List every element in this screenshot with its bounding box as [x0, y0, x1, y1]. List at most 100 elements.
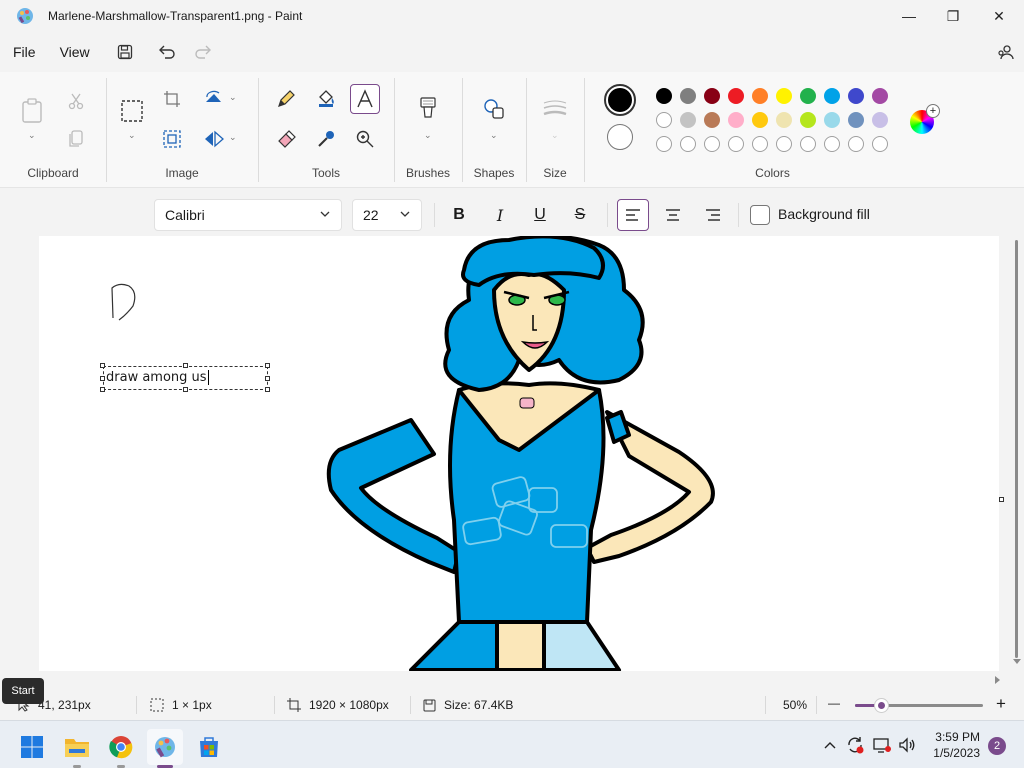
color-swatch[interactable] — [728, 112, 744, 128]
primary-color-button[interactable] — [604, 84, 636, 116]
volume-button[interactable] — [897, 735, 917, 755]
color-swatch[interactable] — [824, 88, 840, 104]
zoom-level[interactable]: 50% — [783, 698, 807, 712]
color-picker-button[interactable] — [311, 124, 341, 154]
color-swatch[interactable] — [656, 136, 672, 152]
zoom-slider[interactable] — [855, 699, 983, 712]
align-right-button[interactable] — [697, 199, 729, 231]
resize-handle[interactable] — [100, 387, 105, 392]
network-button[interactable] — [872, 735, 892, 755]
resize-handle[interactable] — [100, 376, 105, 381]
bold-button[interactable]: B — [443, 199, 475, 231]
notification-badge[interactable]: 2 — [988, 737, 1006, 755]
redo-button[interactable] — [188, 38, 218, 66]
color-swatch[interactable] — [872, 88, 888, 104]
sync-status-button[interactable] — [845, 735, 865, 755]
select-button[interactable] — [117, 96, 147, 126]
color-swatch[interactable] — [752, 88, 768, 104]
scroll-right-icon[interactable] — [994, 675, 1002, 685]
secondary-color-button[interactable] — [607, 124, 633, 150]
color-swatch[interactable] — [800, 112, 816, 128]
color-swatch[interactable] — [800, 88, 816, 104]
paint-taskbar-button[interactable] — [147, 729, 183, 768]
eraser-button[interactable] — [271, 124, 301, 154]
account-button[interactable] — [990, 38, 1020, 66]
rotate-button[interactable] — [199, 84, 229, 114]
resize-handle[interactable] — [100, 363, 105, 368]
color-swatch[interactable] — [656, 88, 672, 104]
color-swatch[interactable] — [704, 88, 720, 104]
color-swatch[interactable] — [824, 136, 840, 152]
strikethrough-button[interactable]: S — [564, 199, 596, 231]
clock[interactable]: 3:59 PM 1/5/2023 — [933, 729, 980, 761]
color-swatch[interactable] — [704, 136, 720, 152]
align-left-button[interactable] — [617, 199, 649, 231]
resize-handle[interactable] — [265, 387, 270, 392]
color-swatch[interactable] — [752, 112, 768, 128]
restore-button[interactable]: ❐ — [930, 0, 976, 32]
copy-button[interactable] — [61, 124, 91, 154]
color-swatch[interactable] — [680, 88, 696, 104]
start-button[interactable] — [14, 729, 50, 765]
resize-handle[interactable] — [265, 363, 270, 368]
menu-view[interactable]: View — [48, 38, 102, 66]
font-family-dropdown[interactable]: Calibri — [154, 199, 342, 231]
resize-handle[interactable] — [183, 387, 188, 392]
italic-button[interactable]: I — [484, 199, 516, 231]
paste-button[interactable] — [17, 96, 47, 126]
minimize-button[interactable]: — — [886, 0, 932, 32]
color-swatch[interactable] — [848, 112, 864, 128]
color-swatch[interactable] — [776, 112, 792, 128]
chrome-button[interactable] — [103, 729, 139, 768]
canvas-resize-handle[interactable] — [999, 497, 1004, 502]
brushes-button[interactable] — [413, 94, 443, 124]
color-swatch[interactable] — [728, 136, 744, 152]
shapes-button[interactable] — [479, 94, 509, 124]
undo-button[interactable] — [152, 38, 182, 66]
color-swatch[interactable] — [848, 136, 864, 152]
zoom-out-button[interactable]: — — [828, 696, 840, 710]
drawing-canvas[interactable] — [39, 236, 999, 672]
save-button[interactable] — [110, 38, 140, 66]
color-swatch[interactable] — [680, 112, 696, 128]
color-swatch[interactable] — [776, 136, 792, 152]
menu-file[interactable]: File — [1, 38, 48, 66]
flip-button[interactable] — [199, 124, 229, 154]
horizontal-scrollbar[interactable] — [0, 672, 1024, 688]
close-button[interactable]: ✕ — [976, 0, 1022, 32]
color-swatch[interactable] — [656, 112, 672, 128]
color-swatch[interactable] — [680, 136, 696, 152]
color-swatch[interactable] — [872, 136, 888, 152]
vertical-scrollbar[interactable] — [1010, 236, 1024, 676]
font-size-dropdown[interactable]: 22 — [352, 199, 422, 231]
text-tool-button[interactable] — [350, 84, 380, 114]
edit-colors-button[interactable]: + — [910, 104, 940, 134]
zoom-slider-thumb[interactable] — [874, 699, 888, 712]
background-fill-checkbox[interactable] — [750, 205, 770, 225]
color-swatch[interactable] — [824, 112, 840, 128]
color-swatch[interactable] — [872, 112, 888, 128]
scrollbar-thumb[interactable] — [1015, 240, 1018, 658]
resize-handle[interactable] — [265, 376, 270, 381]
color-swatch[interactable] — [848, 88, 864, 104]
size-button[interactable] — [540, 94, 570, 124]
resize-button[interactable] — [157, 124, 187, 154]
color-swatch[interactable] — [800, 136, 816, 152]
resize-handle[interactable] — [183, 363, 188, 368]
fill-button[interactable] — [311, 84, 341, 114]
align-center-button[interactable] — [657, 199, 689, 231]
crop-button[interactable] — [157, 84, 187, 114]
color-swatch[interactable] — [776, 88, 792, 104]
magnifier-button[interactable] — [350, 124, 380, 154]
color-swatch[interactable] — [704, 112, 720, 128]
scroll-down-icon[interactable] — [1012, 658, 1022, 666]
underline-button[interactable]: U — [524, 199, 556, 231]
show-hidden-icons-button[interactable] — [820, 735, 840, 755]
color-swatch[interactable] — [728, 88, 744, 104]
store-button[interactable] — [191, 729, 227, 765]
pencil-button[interactable] — [271, 84, 301, 114]
color-swatch[interactable] — [752, 136, 768, 152]
zoom-in-button[interactable]: + — [996, 694, 1006, 714]
file-explorer-button[interactable] — [59, 729, 95, 768]
cut-button[interactable] — [61, 86, 91, 116]
